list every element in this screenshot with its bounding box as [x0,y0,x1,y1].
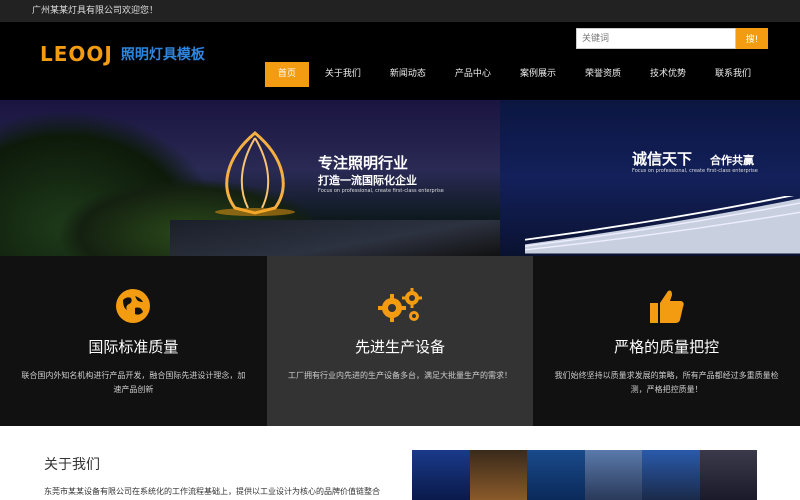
nav-item-technology[interactable]: 技术优势 [637,62,699,87]
features-section: 国际标准质量 联合国内外知名机构进行产品开发，融合国际先进设计理念，加速产品创新 [0,256,800,426]
hero-banner[interactable]: 专注照明行业 打造一流国际化企业 Focus on professional, … [0,100,800,256]
top-bar: 广州某某灯具有限公司欢迎您！ [0,0,800,22]
main-nav: 首页 关于我们 新闻动态 产品中心 案例展示 荣誉资质 技术优势 联系我们 [262,62,764,87]
nav-item-products[interactable]: 产品中心 [442,62,504,87]
feature-title: 严格的质量把控 [614,338,720,356]
search-button[interactable]: 搜! [736,28,768,49]
banner-left-subtitle: 打造一流国际化企业 [318,174,417,187]
banner-building-image [500,100,800,256]
nav-item-news[interactable]: 新闻动态 [377,62,439,87]
about-title: 关于我们 [44,457,100,473]
feature-equipment[interactable]: 先进生产设备 工厂拥有行业内先进的生产设备多台，满足大批量生产的需求！ [266,256,534,426]
banner-left-title: 专注照明行业 [318,154,409,172]
logo[interactable]: LEOOJ 照明灯具模板 [40,42,205,66]
thumbs-up-icon [533,286,800,326]
banner-night-park-image [0,100,500,256]
banner-left-english: Focus on professional, create first-clas… [318,188,444,194]
gears-icon [267,286,534,326]
logo-subtitle: 照明灯具模板 [120,47,205,63]
globe-icon [0,286,267,326]
search-form: 搜! [576,28,768,49]
banner-right-title: 诚信天下 [632,150,693,168]
search-input[interactable] [576,28,736,49]
about-text: 东莞市某某设备有限公司在系统化的工作流程基础上，提供以工业设计为核心的品牌价值链… [44,487,380,496]
feature-description: 工厂拥有行业内先进的生产设备多台，满足大批量生产的需求！ [288,371,512,380]
header: LEOOJ 照明灯具模板 搜! 首页 关于我们 新闻动态 产品中心 案例展示 荣… [0,22,800,100]
about-image [412,450,757,500]
banner-right-english: Focus on professional, create first-clas… [632,168,758,174]
building-image [525,196,800,254]
feature-description: 联合国内外知名机构进行产品开发，融合国际先进设计理念，加速产品创新 [21,371,246,394]
nav-item-honors[interactable]: 荣誉资质 [572,62,634,87]
about-section: 关于我们 东莞市某某设备有限公司在系统化的工作流程基础上，提供以工业设计为核心的… [0,426,800,500]
feature-quality-control[interactable]: 严格的质量把控 我们始终坚持以质量求发展的策略，所有产品都经过多重质量检测，严格… [533,256,800,426]
feature-quality[interactable]: 国际标准质量 联合国内外知名机构进行产品开发，融合国际先进设计理念，加速产品创新 [0,256,267,426]
light-sculpture-image [215,131,295,216]
feature-title: 国际标准质量 [88,338,179,356]
nav-item-about[interactable]: 关于我们 [312,62,374,87]
banner-right-subtitle: 合作共赢 [710,154,754,167]
feature-title: 先进生产设备 [355,338,446,356]
welcome-text: 广州某某灯具有限公司欢迎您！ [32,6,159,16]
nav-item-home[interactable]: 首页 [264,62,309,87]
nav-item-contact[interactable]: 联系我们 [702,62,764,87]
logo-mark: LEOOJ [40,42,113,66]
feature-description: 我们始终坚持以质量求发展的策略，所有产品都经过多重质量检测，严格把控质量！ [554,371,779,394]
nav-item-cases[interactable]: 案例展示 [507,62,569,87]
